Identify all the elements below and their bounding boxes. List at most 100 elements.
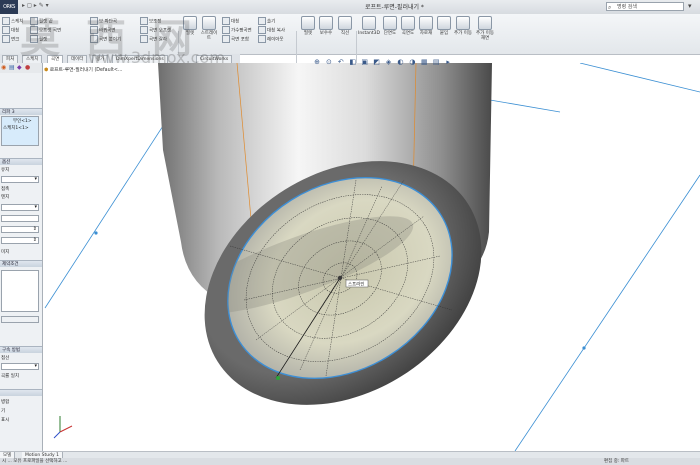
ribbon-item[interactable]: 곡면 포함 (222, 35, 249, 43)
ribbon-item[interactable]: 면크 (2, 35, 19, 43)
tool-icon (2, 17, 10, 25)
scene-icon[interactable]: ◑ (408, 58, 416, 66)
view-settings-icon[interactable]: ▦ (420, 58, 428, 66)
option-dropdown[interactable]: ▾ (1, 176, 39, 183)
ribbon-button[interactable]: 곡면도 (399, 14, 417, 36)
chevron-down-icon: ▾ (34, 204, 37, 210)
more-icon[interactable]: ▸ (444, 58, 452, 66)
option-dropdown[interactable]: ▾ (1, 204, 39, 211)
property-manager: ◉ ▤ ◆ ● 리파 3 부인<1> 스케치1<1> 옵션 유지 ▾ 접촉 텐지… (0, 63, 43, 451)
status-bar: 시 ... 모유 프로파일을 선택하고 ... 편집 중: 파트 (0, 458, 700, 465)
tool-icon (319, 16, 333, 30)
constraint-list[interactable] (1, 270, 39, 312)
tool-icon (222, 26, 230, 34)
center-point[interactable] (337, 275, 343, 281)
panel-tab-strip: ◉ ▤ ◆ ● (0, 63, 42, 73)
option-label: 곡률 일치 (1, 374, 19, 379)
ribbon-button[interactable]: 단면도 (381, 14, 399, 36)
search-icon: ⌕ (608, 4, 612, 11)
ribbon-item[interactable]: 솔기 (258, 17, 275, 25)
ribbon-button[interactable]: 붙임 (435, 14, 453, 36)
numeric-input[interactable]: ⇕ (1, 237, 39, 244)
part-icon: ⬢ (44, 68, 49, 73)
ribbon-button[interactable]: 보수수 (317, 14, 335, 36)
tool-icon (419, 16, 433, 30)
feature-tree-root[interactable]: ⬢ 로프트-루면-필러내기 (Default<... (44, 66, 122, 73)
graphics-viewport[interactable]: 스프라인 (43, 63, 700, 451)
previous-view-icon[interactable]: ↶ (337, 58, 345, 66)
tool-icon (437, 16, 451, 30)
app-logo: ORKS (0, 0, 18, 14)
option-dropdown[interactable]: ▾ (1, 363, 39, 370)
option-button[interactable] (1, 316, 39, 323)
option-label: 접촉 (1, 187, 10, 192)
tool-icon (258, 17, 266, 25)
config-manager-tab-icon[interactable]: ◆ (17, 64, 22, 71)
instant3d-button[interactable]: Instant3D (358, 14, 380, 36)
list-item[interactable]: 스케치1<1> (2, 125, 44, 132)
ribbon-button[interactable]: 추가 이동 재면 (474, 14, 496, 41)
numeric-input[interactable]: ⇕ (1, 226, 39, 233)
zoom-to-fit-icon[interactable]: ⊕ (313, 58, 321, 66)
chevron-down-icon: ▾ (34, 363, 37, 369)
display-style-icon[interactable]: ◩ (373, 58, 381, 66)
ribbon-item[interactable]: 대칭 (222, 17, 239, 25)
option-label: 미지 (1, 250, 10, 255)
chevron-down-icon: ▾ (34, 176, 37, 182)
section-header[interactable]: 리파 3 (0, 108, 42, 115)
construction-point (582, 346, 586, 350)
checkbox-option[interactable]: 기 (0, 408, 42, 415)
spinner-icon: ⇕ (32, 237, 37, 243)
display-manager-tab-icon[interactable]: ● (25, 64, 30, 71)
property-manager-tab-icon[interactable]: ▤ (9, 64, 15, 71)
hide-show-icon[interactable]: ◈ (385, 58, 393, 66)
ribbon-item[interactable]: 레이아웃 (258, 35, 284, 43)
ribbon-item[interactable]: 대칭 복사 (258, 26, 285, 34)
feature-tree-root-label: 로프트-루면-필러내기 (Default<... (49, 68, 123, 73)
minimize-icon[interactable]: ▾ (688, 2, 692, 10)
ribbon-button[interactable]: 자로재 (417, 14, 435, 36)
selection-list[interactable]: 부인<1> 스케치1<1> (1, 116, 39, 146)
section-header[interactable]: 제약조건 (0, 260, 42, 267)
ribbon-button[interactable]: 추가 이동 (453, 14, 473, 36)
ribbon-button[interactable]: 직선 (336, 14, 354, 36)
command-search-placeholder: 명령 검색 (617, 4, 637, 10)
command-search-input[interactable]: ⌕ 명령 검색 (606, 2, 684, 11)
list-item[interactable]: 부인<1> (12, 118, 54, 125)
section-header[interactable] (0, 389, 42, 396)
section-view-icon[interactable]: ◧ (349, 58, 357, 66)
tool-icon (258, 35, 266, 43)
view-orientation-icon[interactable]: ▣ (361, 58, 369, 66)
option-label: 접선 (1, 356, 10, 361)
checkbox-option[interactable]: 병합 (0, 399, 42, 406)
zoom-area-icon[interactable]: ⊙ (325, 58, 333, 66)
heads-up-view-toolbar: ⊕ ⊙ ↶ ◧ ▣ ◩ ◈ ◐ ◑ ▦ ▤ ▸ (313, 58, 454, 68)
feature-manager-tab-icon[interactable]: ◉ (1, 64, 6, 71)
tool-icon (222, 17, 230, 25)
ribbon-item[interactable]: 가수평곡면 (222, 26, 252, 34)
numeric-input[interactable] (1, 215, 39, 222)
tool-icon (301, 16, 315, 30)
ribbon-item[interactable]: 대칭 (2, 26, 19, 34)
option-label: 유지 (1, 168, 10, 173)
tool-icon (456, 16, 470, 30)
document-title: 로프트-루면-필러내기 * (365, 4, 424, 11)
edit-appearance-icon[interactable]: ◐ (396, 58, 404, 66)
callout-label: 스프라인 (348, 281, 365, 288)
display-pane-icon[interactable]: ▤ (432, 58, 440, 66)
ribbon-button[interactable]: 필렛 (299, 14, 317, 36)
section-header[interactable]: 옵션 (0, 158, 42, 165)
status-message: 시 ... 모유 프로파일을 선택하고 ... (2, 459, 68, 464)
tool-icon (2, 35, 10, 43)
status-mode: 편집 중: 파트 (604, 459, 630, 464)
construction-point (94, 231, 98, 235)
checkbox-option[interactable]: 표시 (0, 417, 42, 424)
section-header[interactable]: 구속 방법 (0, 346, 42, 353)
tool-icon (222, 35, 230, 43)
endpoint-handle[interactable] (276, 376, 280, 380)
tool-icon (478, 16, 492, 30)
instant3d-icon (362, 16, 376, 30)
tool-icon (258, 26, 266, 34)
tool-icon (338, 16, 352, 30)
tool-icon (383, 16, 397, 30)
